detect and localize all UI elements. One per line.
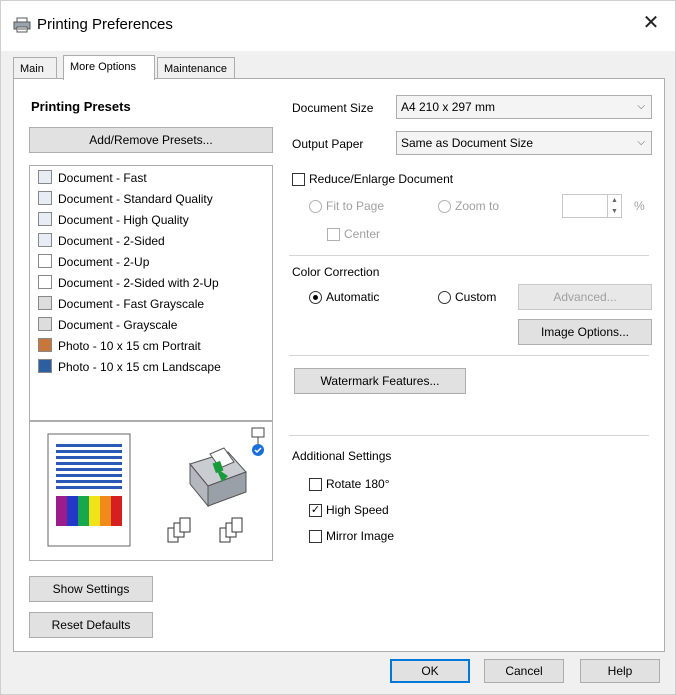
output-paper-label: Output Paper <box>292 137 364 151</box>
title-bar: Printing Preferences ✕ <box>1 1 675 51</box>
show-settings-button[interactable]: Show Settings <box>29 576 153 602</box>
list-item[interactable]: Photo - 10 x 15 cm Portrait <box>38 338 201 358</box>
document-icon <box>38 191 52 205</box>
window-title: Printing Preferences <box>37 16 173 33</box>
preset-label: Document - Fast Grayscale <box>58 297 205 311</box>
automatic-label: Automatic <box>326 290 380 304</box>
high-speed-label: High Speed <box>326 503 389 517</box>
tab-main[interactable]: Main <box>13 57 57 79</box>
list-item[interactable]: Document - Fast Grayscale <box>38 296 204 316</box>
list-item[interactable]: Document - High Quality <box>38 212 189 232</box>
automatic-radio[interactable] <box>309 291 322 304</box>
tab-label: Main <box>20 63 44 75</box>
reset-defaults-button[interactable]: Reset Defaults <box>29 612 153 638</box>
document-size-select[interactable]: A4 210 x 297 mm ⌵ <box>396 95 652 119</box>
preset-label: Photo - 10 x 15 cm Landscape <box>58 360 221 374</box>
reduce-enlarge-label: Reduce/Enlarge Document <box>309 172 454 186</box>
stepper-arrows-icon[interactable]: ▲ ▼ <box>607 195 621 217</box>
color-correction-label: Color Correction <box>292 265 380 279</box>
presets-list[interactable]: Document - Fast Document - Standard Qual… <box>29 165 273 421</box>
document-size-value: A4 210 x 297 mm <box>401 100 496 114</box>
mirror-image-checkbox[interactable] <box>309 530 322 543</box>
zoom-stepper[interactable]: ▲ ▼ <box>562 194 622 218</box>
add-remove-presets-button[interactable]: Add/Remove Presets... <box>29 127 273 153</box>
preset-label: Document - Fast <box>58 171 147 185</box>
percent-unit: % <box>634 199 645 213</box>
list-item[interactable]: Document - 2-Sided with 2-Up <box>38 275 219 295</box>
high-speed-checkbox[interactable]: ✓ <box>309 504 322 517</box>
chevron-down-icon: ⌵ <box>637 137 645 148</box>
reduce-enlarge-checkbox[interactable] <box>292 173 305 186</box>
settings-preview <box>29 421 273 561</box>
document-icon <box>38 212 52 226</box>
divider <box>289 435 649 436</box>
rotate-180-label: Rotate 180° <box>326 477 390 491</box>
printing-presets-heading: Printing Presets <box>31 99 131 114</box>
image-options-button[interactable]: Image Options... <box>518 319 652 345</box>
tab-more-options[interactable]: More Options <box>63 55 155 80</box>
divider <box>289 255 649 256</box>
custom-label: Custom <box>455 290 497 304</box>
list-item[interactable]: Document - Standard Quality <box>38 191 213 211</box>
close-icon[interactable]: ✕ <box>639 11 663 35</box>
printing-preferences-window: Printing Preferences ✕ Main More Options… <box>0 0 676 695</box>
additional-settings-label: Additional Settings <box>292 449 392 463</box>
printer-icon <box>13 17 31 36</box>
document-icon <box>38 296 52 310</box>
list-item[interactable]: Document - 2-Up <box>38 254 149 274</box>
zoom-to-radio[interactable] <box>438 200 451 213</box>
list-item[interactable]: Photo - 10 x 15 cm Landscape <box>38 359 221 379</box>
rotate-180-checkbox[interactable] <box>309 478 322 491</box>
help-button[interactable]: Help <box>580 659 660 683</box>
cancel-button[interactable]: Cancel <box>484 659 564 683</box>
fit-to-page-radio[interactable] <box>309 200 322 213</box>
preset-label: Document - 2-Sided with 2-Up <box>58 276 219 290</box>
preset-label: Document - High Quality <box>58 213 189 227</box>
document-size-label: Document Size <box>292 101 374 115</box>
divider <box>289 355 649 356</box>
two-up-icon <box>38 254 52 268</box>
photo-icon <box>38 338 52 352</box>
preset-label: Photo - 10 x 15 cm Portrait <box>58 339 201 353</box>
radio-selected-dot <box>313 295 318 300</box>
center-checkbox[interactable] <box>327 228 340 241</box>
page-preview-icon <box>47 427 265 547</box>
ok-button[interactable]: OK <box>390 659 470 683</box>
tab-label: Maintenance <box>164 63 227 75</box>
advanced-button[interactable]: Advanced... <box>518 284 652 310</box>
photo-icon <box>38 359 52 373</box>
chevron-down-icon: ⌵ <box>637 101 645 112</box>
two-sided-icon <box>38 233 52 247</box>
preset-label: Document - Standard Quality <box>58 192 213 206</box>
document-icon <box>38 170 52 184</box>
tab-maintenance[interactable]: Maintenance <box>157 57 235 79</box>
preset-label: Document - 2-Up <box>58 255 150 269</box>
custom-radio[interactable] <box>438 291 451 304</box>
preset-label: Document - Grayscale <box>58 318 178 332</box>
list-item[interactable]: Document - Fast <box>38 170 147 190</box>
preset-label: Document - 2-Sided <box>58 234 165 248</box>
two-up-icon <box>38 275 52 289</box>
center-label: Center <box>344 227 381 241</box>
output-paper-value: Same as Document Size <box>401 136 534 150</box>
output-paper-select[interactable]: Same as Document Size ⌵ <box>396 131 652 155</box>
list-item[interactable]: Document - Grayscale <box>38 317 177 337</box>
fit-to-page-label: Fit to Page <box>326 199 385 213</box>
mirror-image-label: Mirror Image <box>326 529 395 543</box>
zoom-to-label: Zoom to <box>455 199 500 213</box>
list-item[interactable]: Document - 2-Sided <box>38 233 165 253</box>
tab-label: More Options <box>70 61 137 73</box>
watermark-features-button[interactable]: Watermark Features... <box>294 368 466 394</box>
document-icon <box>38 317 52 331</box>
